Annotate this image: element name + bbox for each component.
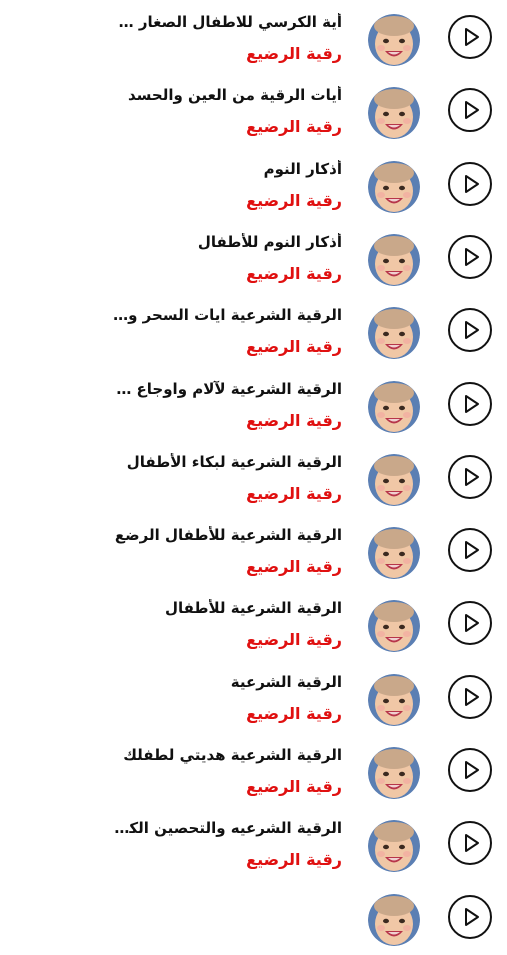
list-item[interactable]: الرقية الشرعية للأطفال رقية الرضيع [0, 588, 507, 661]
play-button[interactable] [448, 821, 492, 865]
track-artist: رقية الرضيع [246, 484, 342, 503]
baby-avatar [368, 234, 420, 286]
list-item[interactable]: الرقية الشرعية لبكاء الأطفال رقية الرضيع [0, 442, 507, 515]
track-title: أية الكرسي للاطفال الصغار مكررة [112, 13, 342, 31]
play-icon [465, 101, 479, 119]
baby-avatar [368, 600, 420, 652]
play-button[interactable] [448, 601, 492, 645]
track-title: الرقية الشرعية لبكاء الأطفال [126, 453, 342, 471]
list-item[interactable]: أذكار النوم للأطفال رقية الرضيع [0, 222, 507, 295]
list-item[interactable]: الرقية الشرعية للأطفال الرضع رقية الرضيع [0, 515, 507, 588]
baby-avatar [368, 161, 420, 213]
play-icon [465, 468, 479, 486]
list-item[interactable]: أيات الرقية من العين والحسد رقية الرضيع [0, 75, 507, 148]
track-artist: رقية الرضيع [246, 557, 342, 576]
play-icon [465, 28, 479, 46]
track-title: الرقية الشرعية للأطفال [164, 599, 342, 617]
play-icon [465, 908, 479, 926]
baby-avatar [368, 14, 420, 66]
play-button[interactable] [448, 528, 492, 572]
play-icon [465, 541, 479, 559]
list-item[interactable]: الرقية الشرعية لآلام واوجاع البطن رقية ا… [0, 369, 507, 442]
track-artist: رقية الرضيع [246, 337, 342, 356]
play-button[interactable] [448, 88, 492, 132]
baby-avatar [368, 454, 420, 506]
track-title: أيات الرقية من العين والحسد [128, 86, 342, 104]
play-icon [465, 248, 479, 266]
play-icon [465, 175, 479, 193]
track-artist: رقية الرضيع [246, 704, 342, 723]
play-button[interactable] [448, 455, 492, 499]
track-title: الرقية الشرعية [230, 673, 342, 691]
track-artist: رقية الرضيع [246, 411, 342, 430]
track-artist: رقية الرضيع [246, 117, 342, 136]
list-item[interactable]: الرقية الشرعيه والتحصين الكامل رقية الرض… [0, 808, 507, 881]
list-item[interactable]: الرقية الشرعية ايات السحر والحسد رقية ال… [0, 295, 507, 368]
play-icon [465, 761, 479, 779]
list-item[interactable]: الرقية الشرعية رقية الرضيع [0, 662, 507, 735]
play-icon [465, 395, 479, 413]
list-item[interactable]: أية الكرسي للاطفال الصغار مكررة رقية الر… [0, 2, 507, 75]
track-title: الرقية الشرعية ايات السحر والحسد [112, 306, 342, 324]
play-button[interactable] [448, 162, 492, 206]
baby-avatar [368, 527, 420, 579]
play-icon [465, 321, 479, 339]
track-title: أذكار النوم [263, 160, 342, 178]
baby-avatar [368, 307, 420, 359]
play-icon [465, 688, 479, 706]
baby-avatar [368, 747, 420, 799]
play-button[interactable] [448, 748, 492, 792]
play-button[interactable] [448, 382, 492, 426]
track-artist: رقية الرضيع [246, 630, 342, 649]
play-button[interactable] [448, 15, 492, 59]
baby-avatar [368, 674, 420, 726]
play-button[interactable] [448, 895, 492, 939]
track-artist: رقية الرضيع [246, 191, 342, 210]
play-icon [465, 614, 479, 632]
play-icon [465, 834, 479, 852]
baby-avatar [368, 381, 420, 433]
track-title: الرقية الشرعية للأطفال الرضع [114, 526, 342, 544]
baby-avatar [368, 820, 420, 872]
track-artist: رقية الرضيع [246, 850, 342, 869]
track-title: أذكار النوم للأطفال [197, 233, 342, 251]
track-title: الرقية الشرعيه والتحصين الكامل [112, 819, 342, 837]
play-button[interactable] [448, 235, 492, 279]
track-artist: رقية الرضيع [246, 44, 342, 63]
track-artist: رقية الرضيع [246, 264, 342, 283]
baby-avatar [368, 87, 420, 139]
list-item[interactable] [0, 882, 507, 955]
list-item[interactable]: الرقية الشرعية هديتي لطفلك رقية الرضيع [0, 735, 507, 808]
track-artist: رقية الرضيع [246, 777, 342, 796]
track-title: الرقية الشرعية لآلام واوجاع البطن [112, 380, 342, 398]
play-button[interactable] [448, 675, 492, 719]
track-title: الرقية الشرعية هديتي لطفلك [123, 746, 342, 764]
baby-avatar [368, 894, 420, 946]
list-item[interactable]: أذكار النوم رقية الرضيع [0, 149, 507, 222]
play-button[interactable] [448, 308, 492, 352]
